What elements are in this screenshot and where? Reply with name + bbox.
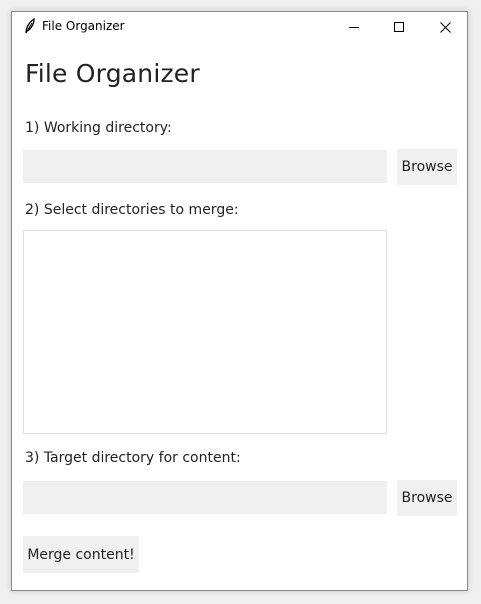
page-title: File Organizer <box>25 59 200 88</box>
merge-content-button[interactable]: Merge content! <box>23 536 139 573</box>
maximize-icon <box>393 18 405 37</box>
feather-icon <box>23 17 37 34</box>
target-directory-label: 3) Target directory for content: <box>25 450 241 466</box>
working-directory-input[interactable] <box>23 150 387 183</box>
minimize-button[interactable] <box>332 12 376 42</box>
maximize-button[interactable] <box>377 12 421 42</box>
browse-target-directory-button[interactable]: Browse <box>397 480 457 516</box>
target-directory-input[interactable] <box>23 481 387 514</box>
app-window: File Organizer File Organizer 1) Working… <box>11 11 468 591</box>
working-directory-label: 1) Working directory: <box>25 120 172 136</box>
merge-directories-listbox[interactable] <box>23 230 387 434</box>
merge-directories-label: 2) Select directories to merge: <box>25 202 239 218</box>
title-bar[interactable]: File Organizer <box>12 12 467 42</box>
minimize-icon <box>348 18 360 37</box>
close-button[interactable] <box>423 12 467 42</box>
window-title: File Organizer <box>42 19 125 33</box>
close-icon <box>439 18 451 37</box>
browse-working-directory-button[interactable]: Browse <box>397 149 457 185</box>
